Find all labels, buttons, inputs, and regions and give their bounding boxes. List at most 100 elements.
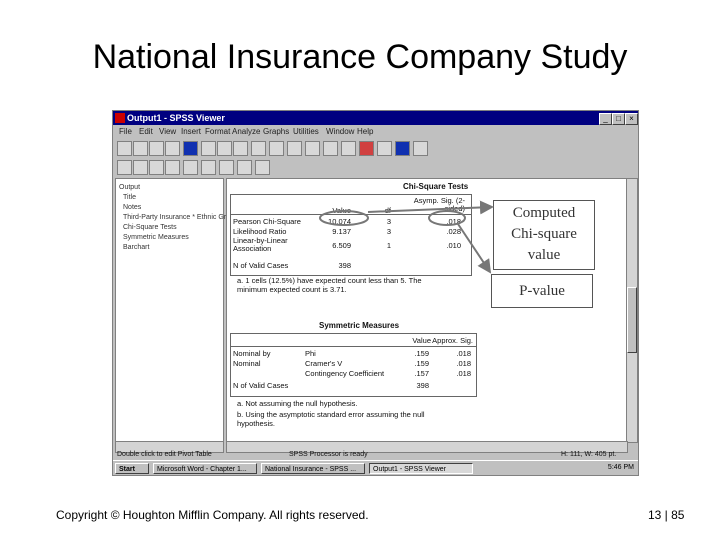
close-button[interactable]: ×: [625, 113, 638, 125]
col-value: Value: [412, 336, 431, 345]
cell-sig: .018: [456, 359, 471, 368]
row-group: Nominal by: [233, 349, 271, 358]
callout-p-value: P-value: [491, 274, 593, 308]
chi-square-table[interactable]: Value df Asymp. Sig. (2-sided) Pearson C…: [230, 194, 472, 276]
menu-bar: File Edit View Insert Format Analyze Gra…: [113, 125, 638, 138]
row-label: Likelihood Ratio: [233, 227, 287, 236]
callout-chi-square: Computed Chi-square value: [493, 200, 595, 270]
promote-icon[interactable]: [117, 160, 132, 175]
task-spss-data[interactable]: National Insurance - SPSS ...: [261, 463, 365, 474]
cell-sig: .018: [456, 349, 471, 358]
cell-value: 398: [416, 381, 429, 390]
insert-title-icon[interactable]: [237, 160, 252, 175]
toolbar-top: [113, 138, 638, 158]
cell-df: 3: [386, 227, 391, 236]
menu-file[interactable]: File: [119, 125, 132, 138]
outline-item[interactable]: Chi-Square Tests: [123, 224, 177, 231]
hide-icon[interactable]: [201, 160, 216, 175]
value-labels-icon[interactable]: [395, 141, 410, 156]
p-value: .018: [446, 217, 461, 226]
weight-cases-icon[interactable]: [359, 141, 374, 156]
symmetric-note-a: a. Not assuming the null hypothesis.: [237, 399, 358, 408]
outline-item[interactable]: Barchart: [123, 244, 149, 251]
outline-item[interactable]: Third-Party Insurance * Ethnic Group: [123, 214, 238, 221]
variables-icon[interactable]: [269, 141, 284, 156]
row-label: Contingency Coefficient: [305, 369, 385, 378]
menu-window[interactable]: Window: [326, 125, 354, 138]
row-label: Linear-by-Linear Association: [233, 236, 288, 253]
cell-df: 1: [386, 241, 391, 250]
print-preview-icon[interactable]: [165, 141, 180, 156]
outline-item[interactable]: Title: [123, 194, 136, 201]
outline-pane[interactable]: Output Title Notes Third-Party Insurance…: [115, 178, 238, 443]
windows-taskbar: Start Microsoft Word - Chapter 1... Nati…: [113, 460, 638, 475]
df-value: 3: [386, 217, 391, 226]
menu-view[interactable]: View: [159, 125, 176, 138]
export-icon[interactable]: [183, 141, 198, 156]
row-label: Phi: [305, 349, 316, 358]
save-icon[interactable]: [133, 141, 148, 156]
recall-dialog-icon[interactable]: [201, 141, 216, 156]
symmetric-table[interactable]: Value Approx. Sig. Nominal by Phi .159 .…: [230, 333, 477, 397]
select-cases-icon[interactable]: [377, 141, 392, 156]
goto-data-icon[interactable]: [251, 141, 266, 156]
chi-square-title: Chi-Square Tests: [403, 182, 469, 191]
undo-icon[interactable]: [217, 141, 232, 156]
cell-sig: .010: [446, 241, 461, 250]
menu-format[interactable]: Format: [205, 125, 230, 138]
row-group: N of Valid Cases: [233, 381, 289, 390]
maximize-button[interactable]: □: [612, 113, 625, 125]
row-label: N of Valid Cases: [233, 261, 289, 270]
collapse-icon[interactable]: [165, 160, 180, 175]
insert-case-icon[interactable]: [305, 141, 320, 156]
spss-app-icon[interactable]: [115, 113, 125, 123]
status-bar: Double click to edit Pivot Table SPSS Pr…: [113, 449, 638, 460]
demote-icon[interactable]: [133, 160, 148, 175]
split-file-icon[interactable]: [341, 141, 356, 156]
window-titlebar[interactable]: Output1 - SPSS Viewer _ □ ×: [113, 111, 638, 125]
goto-chart-icon[interactable]: [233, 141, 248, 156]
menu-utilities[interactable]: Utilities: [293, 125, 319, 138]
print-icon[interactable]: [149, 141, 164, 156]
row-group: Nominal: [233, 359, 261, 368]
scroll-thumb[interactable]: [627, 287, 637, 353]
status-processor: SPSS Processor is ready: [289, 451, 368, 458]
symmetric-note-b: b. Using the asymptotic standard error a…: [237, 410, 425, 428]
chi-square-value: 10.074: [328, 217, 351, 226]
col-value: Value: [332, 206, 351, 215]
vertical-scrollbar[interactable]: [626, 178, 638, 443]
cell-value: .159: [414, 359, 429, 368]
menu-graphs[interactable]: Graphs: [263, 125, 289, 138]
menu-analyze[interactable]: Analyze: [232, 125, 260, 138]
use-sets-icon[interactable]: [413, 141, 428, 156]
slide-title: National Insurance Company Study: [92, 38, 628, 76]
footer-copyright: Copyright © Houghton Mifflin Company. Al…: [56, 508, 369, 522]
cell-sig: .028: [446, 227, 461, 236]
find-icon[interactable]: [287, 141, 302, 156]
minimize-button[interactable]: _: [599, 113, 612, 125]
outline-item[interactable]: Notes: [123, 204, 141, 211]
start-button[interactable]: Start: [115, 463, 149, 474]
cell-value: 6.509: [332, 241, 351, 250]
cell-sig: .018: [456, 369, 471, 378]
cell-value: .157: [414, 369, 429, 378]
menu-insert[interactable]: Insert: [181, 125, 201, 138]
insert-text-icon[interactable]: [255, 160, 270, 175]
outline-item[interactable]: Symmetric Measures: [123, 234, 189, 241]
status-size: H: 111, W: 405 pt.: [561, 451, 617, 458]
outline-item[interactable]: Output: [119, 184, 140, 191]
symmetric-title: Symmetric Measures: [319, 321, 400, 330]
cell-value: 9.137: [332, 227, 351, 236]
row-label: Cramer's V: [305, 359, 343, 368]
insert-heading-icon[interactable]: [219, 160, 234, 175]
status-hint: Double click to edit Pivot Table: [117, 451, 212, 458]
expand-icon[interactable]: [149, 160, 164, 175]
menu-edit[interactable]: Edit: [139, 125, 153, 138]
show-icon[interactable]: [183, 160, 198, 175]
task-spss-viewer[interactable]: Output1 - SPSS Viewer: [369, 463, 473, 474]
menu-help[interactable]: Help: [357, 125, 373, 138]
footer-page-number: 13 | 85: [648, 508, 685, 522]
insert-variable-icon[interactable]: [323, 141, 338, 156]
task-word[interactable]: Microsoft Word - Chapter 1...: [153, 463, 257, 474]
open-icon[interactable]: [117, 141, 132, 156]
